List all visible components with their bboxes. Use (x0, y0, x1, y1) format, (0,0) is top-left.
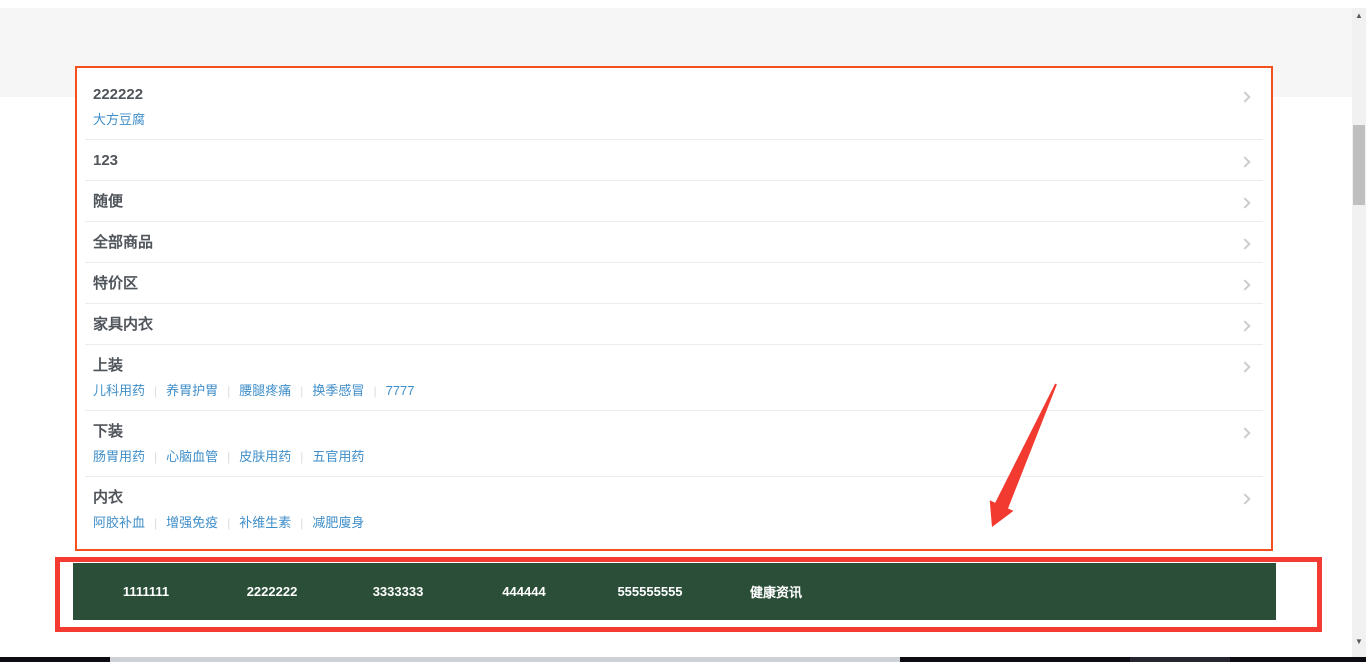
bottom-nav-item[interactable]: 2222222 (209, 584, 335, 599)
bottom-nav-item[interactable]: 555555555 (587, 584, 713, 599)
category-section[interactable]: 全部商品 (77, 222, 1271, 263)
subcategory-links: 肠胃用药 | 心脑血管 | 皮肤用药 | 五官用药 (93, 448, 1251, 466)
category-section[interactable]: 家具内衣 (77, 304, 1271, 345)
category-panel: 222222 大方豆腐 123 随便全部商品特价区家具内衣上装儿科用药 | 养胃护胃 | 腰腿… (75, 66, 1273, 551)
subcategory-links: 阿胶补血 | 增强免疫 | 补维生素 | 减肥廋身 (93, 514, 1251, 532)
subcategory-link[interactable]: 补维生素 (239, 515, 291, 530)
bottom-nav-bar: 111111122222223333333444444555555555健康资讯 (73, 563, 1276, 620)
subcategory-links: 儿科用药 | 养胃护胃 | 腰腿疼痛 | 换季感冒 | 7777 (93, 382, 1251, 400)
link-separator: | (154, 450, 157, 464)
category-title: 下装 (93, 422, 1251, 441)
link-separator: | (154, 384, 157, 398)
category-title: 随便 (93, 192, 1251, 211)
category-title: 内衣 (93, 488, 1251, 507)
page: { "panel": { "sections": [ {"title": "22… (0, 0, 1366, 662)
subcategory-link[interactable]: 肠胃用药 (93, 449, 145, 464)
subcategory-link[interactable]: 腰腿疼痛 (239, 383, 291, 398)
category-section[interactable]: 下装肠胃用药 | 心脑血管 | 皮肤用药 | 五官用药 (77, 411, 1271, 477)
subcategory-link[interactable]: 阿胶补血 (93, 515, 145, 530)
category-title: 家具内衣 (93, 315, 1251, 334)
subcategory-link[interactable]: 养胃护胃 (166, 383, 218, 398)
subcategory-link[interactable]: 五官用药 (312, 449, 364, 464)
bottom-nav-items: 111111122222223333333444444555555555健康资讯 (83, 582, 839, 601)
taskbar-window-segment (110, 657, 900, 662)
scrollbar-thumb[interactable] (1353, 125, 1365, 205)
link-separator: | (227, 384, 230, 398)
link-separator: | (300, 450, 303, 464)
subcategory-link[interactable]: 7777 (386, 383, 415, 398)
bottom-nav-item[interactable]: 1111111 (83, 584, 209, 599)
category-title: 特价区 (93, 274, 1251, 293)
category-title: 全部商品 (93, 233, 1251, 252)
category-section[interactable]: 随便 (77, 181, 1271, 222)
link-separator: | (373, 384, 376, 398)
subcategory-link[interactable]: 换季感冒 (312, 383, 364, 398)
subcategory-link[interactable]: 减肥廋身 (312, 515, 364, 530)
taskbar-edge (0, 657, 1366, 662)
link-separator: | (300, 384, 303, 398)
bottom-nav-item[interactable]: 健康资讯 (713, 582, 839, 601)
scroll-up-icon[interactable]: ▲ (1352, 8, 1366, 24)
subcategory-link[interactable]: 增强免疫 (166, 515, 218, 530)
subcategory-link[interactable]: 皮肤用药 (239, 449, 291, 464)
subcategory-link[interactable]: 儿科用药 (93, 383, 145, 398)
link-separator: | (154, 516, 157, 530)
category-title: 222222 (93, 85, 1251, 104)
scrollbar-track[interactable]: ▲ ▼ (1352, 8, 1366, 657)
category-title: 上装 (93, 356, 1251, 375)
link-separator: | (227, 516, 230, 530)
category-section[interactable]: 123 (77, 140, 1271, 181)
subcategory-links: 大方豆腐 (93, 111, 1251, 129)
link-separator: | (300, 516, 303, 530)
category-section-list: 222222 大方豆腐 123 随便全部商品特价区家具内衣上装儿科用药 | 养胃护胃 | 腰腿… (77, 68, 1271, 543)
bottom-nav-item[interactable]: 444444 (461, 584, 587, 599)
category-section[interactable]: 特价区 (77, 263, 1271, 304)
category-section[interactable]: 上装儿科用药 | 养胃护胃 | 腰腿疼痛 | 换季感冒 | 7777 (77, 345, 1271, 411)
subcategory-link[interactable]: 大方豆腐 (93, 112, 145, 127)
category-section[interactable]: 222222 大方豆腐 (77, 68, 1271, 140)
taskbar-segment (1130, 657, 1230, 662)
link-separator: | (227, 450, 230, 464)
category-title: 123 (93, 151, 1251, 170)
subcategory-link[interactable]: 心脑血管 (166, 449, 218, 464)
category-section[interactable]: 内衣阿胶补血 | 增强免疫 | 补维生素 | 减肥廋身 (77, 477, 1271, 543)
bottom-nav-item[interactable]: 3333333 (335, 584, 461, 599)
scroll-down-icon[interactable]: ▼ (1352, 634, 1366, 650)
